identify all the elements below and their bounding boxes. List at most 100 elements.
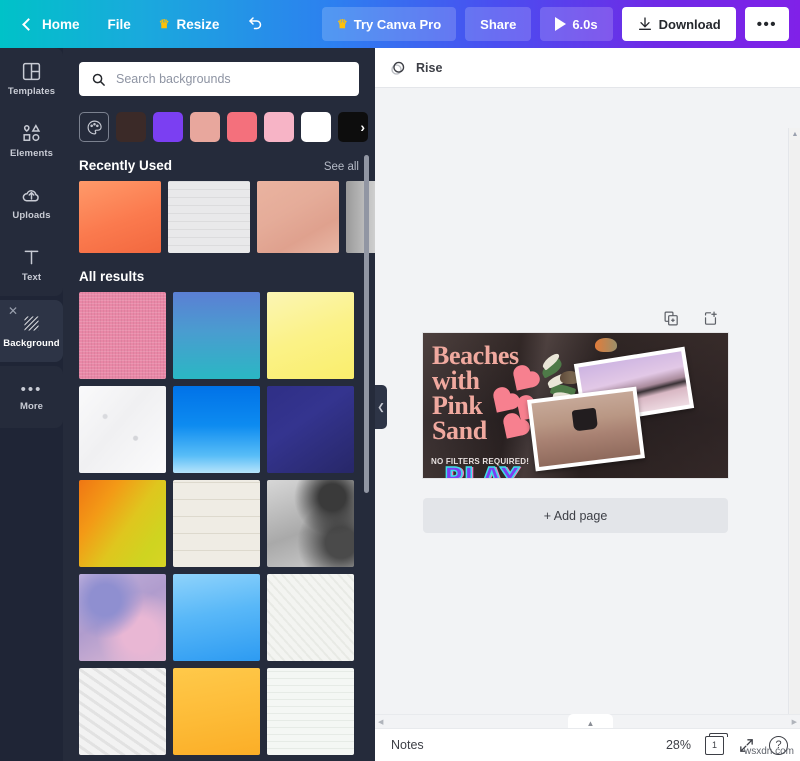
tile-purple-clouds[interactable] — [79, 574, 166, 661]
play-triangle-icon — [555, 17, 566, 31]
color-palette-button[interactable] — [79, 112, 109, 142]
sidebar-item-elements[interactable]: Elements — [0, 110, 63, 172]
recent-thumb-white-brick[interactable] — [168, 181, 250, 253]
tile-white-crumpled[interactable] — [79, 668, 166, 755]
resize-label: Resize — [177, 17, 220, 32]
editor-area: Rise — [375, 48, 800, 761]
animation-label[interactable]: Rise — [416, 61, 442, 75]
swatch-dark-brown[interactable] — [116, 112, 146, 142]
canvas-vertical-scrollbar[interactable]: ▲ ▼ — [788, 128, 800, 721]
background-results-grid — [63, 292, 375, 755]
tile-blue-sky-gradient[interactable] — [173, 386, 260, 473]
try-pro-label: Try Canva Pro — [354, 17, 441, 32]
add-page-label: + Add page — [544, 509, 608, 523]
swatch-pink[interactable] — [264, 112, 294, 142]
photo-image — [531, 391, 640, 467]
home-button[interactable]: Home — [10, 10, 94, 39]
sidebar-item-label: Background — [3, 338, 59, 349]
design-title-line: Pink — [432, 393, 519, 418]
elements-icon — [21, 123, 42, 144]
left-rail: Templates Elements Uploads — [0, 48, 63, 761]
tile-white-texture[interactable] — [267, 574, 354, 661]
tile-gray-clouds[interactable] — [267, 480, 354, 567]
tile-light-blue-gradient[interactable] — [173, 574, 260, 661]
more-dots-icon: ••• — [757, 16, 777, 33]
tile-pink-fabric[interactable] — [79, 292, 166, 379]
swatch-black[interactable]: › — [338, 112, 368, 142]
watermark: wsxdn.com — [744, 746, 794, 757]
duration-label: 6.0s — [572, 17, 597, 32]
notes-button[interactable]: Notes — [391, 738, 424, 752]
all-results-header: All results — [63, 253, 375, 292]
sidebar-item-more[interactable]: ••• More — [0, 366, 63, 428]
butterfly-decor — [595, 338, 617, 352]
chevron-right-icon[interactable]: › — [360, 120, 365, 134]
share-label: Share — [480, 17, 516, 32]
scroll-left-arrow-icon[interactable]: ◀ — [378, 718, 383, 726]
panel-scrollbar[interactable] — [364, 155, 369, 493]
animation-toolbar: Rise — [375, 48, 800, 88]
design-canvas-page[interactable]: Beaches with Pink Sand NO FILTERS REQUIR… — [423, 333, 728, 478]
more-options-button[interactable]: ••• — [745, 7, 789, 41]
tile-blue-teal-gradient[interactable] — [173, 292, 260, 379]
tile-orange-yellow-paint[interactable] — [79, 480, 166, 567]
scroll-thumb[interactable] — [790, 140, 800, 721]
top-toolbar-right: ♛ Try Canva Pro Share 6.0s Download ••• — [322, 7, 800, 41]
crown-icon: ♛ — [337, 17, 348, 31]
photo-person-walking — [527, 387, 645, 472]
canva-editor-window: Home File ♛ Resize ♛ Try Canva Pro Share — [0, 0, 800, 761]
zoom-level[interactable]: 28% — [666, 738, 691, 752]
tile-navy-gradient[interactable] — [267, 386, 354, 473]
chevron-up-icon: ▲ — [587, 719, 595, 728]
download-label: Download — [659, 17, 721, 32]
undo-arrow-icon — [247, 15, 265, 33]
panel-collapse-handle[interactable]: ❮ — [375, 385, 387, 429]
tile-grid-paper[interactable] — [267, 668, 354, 755]
swatch-white[interactable] — [301, 112, 331, 142]
duplicate-page-icon[interactable] — [663, 310, 680, 327]
page-count-badge[interactable]: 1 — [705, 736, 724, 755]
scroll-up-arrow-icon[interactable]: ▲ — [789, 128, 800, 140]
crown-icon: ♛ — [159, 17, 170, 31]
design-title: Beaches with Pink Sand — [432, 343, 519, 443]
tile-orange-solid[interactable] — [173, 668, 260, 755]
tile-white-marble[interactable] — [79, 386, 166, 473]
tile-lined-paper[interactable] — [173, 480, 260, 567]
recent-thumb-peach-paper[interactable] — [257, 181, 339, 253]
sidebar-item-uploads[interactable]: Uploads — [0, 172, 63, 234]
chevron-left-icon: ❮ — [377, 402, 385, 413]
tile-yellow-paper[interactable] — [267, 292, 354, 379]
add-page-button[interactable]: + Add page — [423, 498, 728, 533]
notes-toggle-tab[interactable]: ▲ — [568, 714, 613, 728]
sidebar-item-background[interactable]: ✕ Background — [0, 300, 63, 362]
recently-used-row: › — [63, 181, 375, 253]
try-canva-pro-button[interactable]: ♛ Try Canva Pro — [322, 7, 456, 41]
design-title-line: Beaches — [432, 343, 519, 368]
undo-button[interactable] — [233, 8, 279, 40]
scroll-right-arrow-icon[interactable]: ▶ — [792, 718, 797, 726]
search-input[interactable] — [116, 72, 347, 86]
search-box[interactable] — [79, 62, 359, 96]
design-title-line: Sand — [432, 418, 519, 443]
share-button[interactable]: Share — [465, 7, 531, 41]
download-button[interactable]: Download — [622, 7, 736, 41]
swatch-purple[interactable] — [153, 112, 183, 142]
resize-button[interactable]: ♛ Resize — [145, 10, 234, 39]
see-all-link[interactable]: See all — [324, 161, 359, 173]
swatch-coral[interactable] — [227, 112, 257, 142]
sidebar-item-templates[interactable]: Templates — [0, 48, 63, 110]
bottom-bar: Notes 28% 1 ? — [375, 728, 800, 761]
background-panel: › Recently Used See all › All results — [63, 48, 375, 761]
home-label: Home — [42, 17, 80, 32]
swatch-salmon[interactable] — [190, 112, 220, 142]
sidebar-item-label: Uploads — [12, 210, 50, 221]
uploads-cloud-icon — [21, 185, 42, 206]
sidebar-item-label: Templates — [8, 86, 55, 97]
play-preview-button[interactable]: 6.0s — [540, 7, 612, 41]
file-menu-button[interactable]: File — [94, 10, 145, 39]
recent-thumb-orange-gradient[interactable] — [79, 181, 161, 253]
recent-thumb-gray-gradient[interactable]: › — [346, 181, 375, 253]
close-icon[interactable]: ✕ — [7, 305, 19, 317]
add-page-icon[interactable] — [702, 310, 719, 327]
sidebar-item-text[interactable]: Text — [0, 234, 63, 296]
